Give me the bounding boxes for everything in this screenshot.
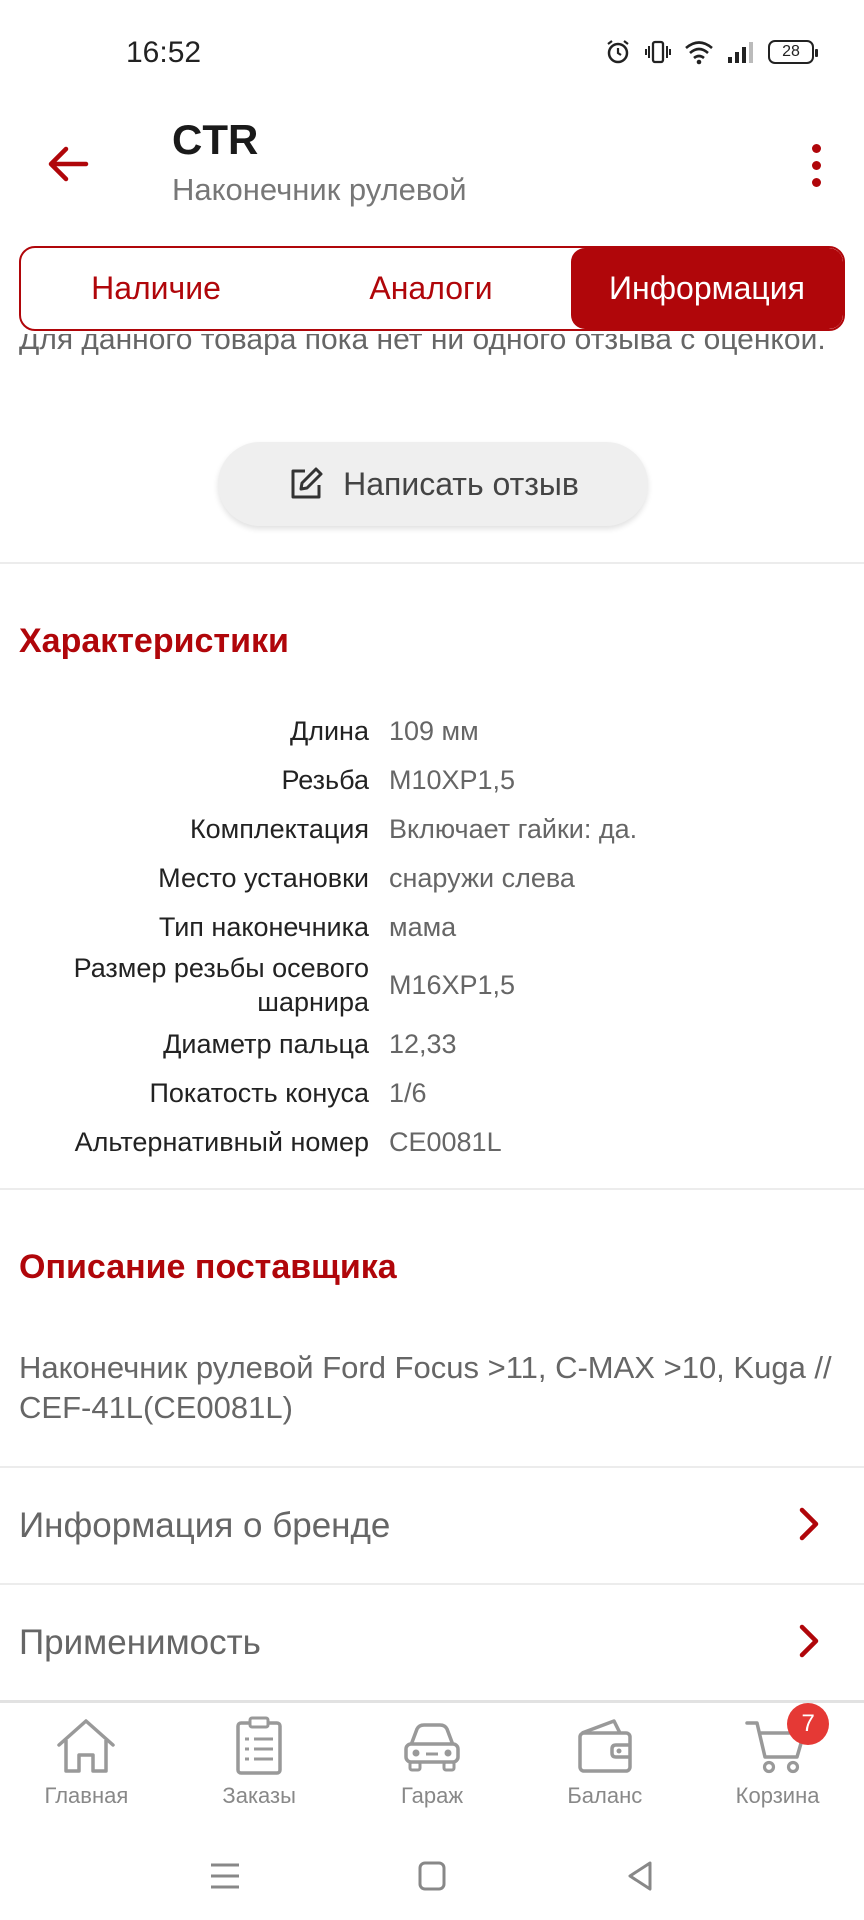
spec-row: Альтернативный номер CE0081L	[0, 1117, 864, 1166]
spec-value: M10XP1,5	[389, 764, 516, 795]
tab-information[interactable]: Информация	[571, 248, 843, 329]
spec-value: снаружи слева	[389, 862, 575, 893]
arrow-back-icon	[48, 146, 89, 182]
app-header: CTR Наконечник рулевой	[0, 110, 864, 240]
spec-key: Место установки	[158, 862, 369, 893]
spec-value: 1/6	[389, 1077, 427, 1108]
brand-info-row[interactable]: Информация о бренде	[0, 1468, 864, 1583]
system-navigation-bar	[0, 1830, 864, 1920]
status-time: 16:52	[126, 36, 202, 69]
spec-key: Размер резьбы осевого шарнира	[73, 953, 369, 1017]
applicability-label: Применимость	[19, 1622, 261, 1662]
spec-key: Альтернативный номер	[74, 1126, 369, 1157]
home-button-icon[interactable]	[412, 1858, 452, 1894]
chevron-right-icon	[799, 1507, 819, 1541]
supplier-description: Наконечник рулевой Ford Focus >11, C-MAX…	[19, 1350, 832, 1425]
spec-row: Диаметр пальца 12,33	[0, 1019, 864, 1068]
spec-key: Диаметр пальца	[163, 1028, 369, 1059]
alarm-icon	[607, 40, 629, 64]
review-note-container: Для данного товара пока нет ни одного от…	[19, 334, 845, 404]
cart-badge: 7	[787, 1703, 830, 1745]
nav-garage-label: Гараж	[400, 1783, 464, 1808]
menu-dot	[811, 143, 821, 153]
tab-analogs[interactable]: Аналоги	[291, 248, 571, 329]
spec-row: Покатость конуса 1/6	[0, 1068, 864, 1117]
review-note: Для данного товара пока нет ни одного от…	[19, 334, 826, 356]
spec-row: Комплектация Включает гайки: да.	[0, 804, 864, 853]
home-icon	[57, 1719, 116, 1773]
nav-home[interactable]: Главная	[0, 1703, 173, 1830]
chevron-right-icon	[799, 1624, 819, 1658]
nav-garage[interactable]: Гараж	[346, 1703, 519, 1830]
spec-key: Длина	[289, 715, 369, 746]
status-bar: 16:52 28	[0, 0, 864, 110]
characteristics-title: Характеристики	[19, 622, 289, 660]
spec-key: Резьба	[281, 764, 369, 795]
page-subtitle: Наконечник рулевой	[172, 172, 467, 207]
status-icons: 28	[604, 38, 818, 66]
specs-table: Длина 109 мм Резьба M10XP1,5 Комплектаци…	[0, 706, 864, 1166]
orders-icon	[236, 1716, 282, 1775]
write-review-label: Написать отзыв	[343, 465, 579, 502]
tab-bar: Наличие Аналоги Информация	[19, 246, 845, 331]
recent-apps-icon[interactable]	[205, 1858, 245, 1894]
nav-orders-label: Заказы	[222, 1783, 296, 1808]
nav-home-label: Главная	[44, 1783, 129, 1808]
divider	[0, 1188, 864, 1190]
page-title: CTR	[172, 116, 259, 163]
spec-key: Комплектация	[189, 813, 369, 844]
spec-value: мама	[389, 911, 457, 942]
spec-key: Покатость конуса	[149, 1077, 369, 1108]
edit-icon	[291, 467, 323, 499]
back-button[interactable]	[40, 136, 96, 192]
spec-value: 109 мм	[389, 715, 479, 746]
spec-row: Тип наконечника мама	[0, 902, 864, 951]
nav-orders[interactable]: Заказы	[173, 1703, 346, 1830]
spec-row: Размер резьбы осевого шарнира M16XP1,5	[0, 951, 864, 1019]
spec-value: CE0081L	[389, 1126, 502, 1157]
divider	[0, 562, 864, 564]
wallet-icon	[578, 1719, 632, 1773]
spec-value: Включает гайки: да.	[389, 813, 638, 844]
spec-row: Длина 109 мм	[0, 706, 864, 755]
more-menu-button[interactable]	[788, 132, 844, 198]
brand-info-label: Информация о бренде	[19, 1505, 391, 1545]
vibrate-icon	[645, 40, 671, 64]
bottom-navigation: Главная Заказы Гараж Баланс 7 Корзина	[0, 1700, 864, 1830]
nav-balance-label: Баланс	[567, 1783, 643, 1808]
spec-row: Резьба M10XP1,5	[0, 755, 864, 804]
car-icon	[404, 1723, 460, 1772]
app-screen: 16:52 28 CTR Наконечник рулевой Наличие …	[0, 0, 864, 1920]
nav-balance[interactable]: Баланс	[518, 1703, 691, 1830]
back-nav-icon[interactable]	[620, 1858, 660, 1894]
signal-icon	[728, 42, 753, 63]
spec-key: Тип наконечника	[158, 911, 369, 942]
wifi-icon	[685, 41, 713, 65]
battery-icon: 28	[768, 40, 818, 64]
spec-row: Место установки снаружи слева	[0, 853, 864, 902]
supplier-title: Описание поставщика	[19, 1248, 397, 1286]
nav-cart[interactable]: 7 Корзина	[691, 1703, 864, 1830]
tab-availability[interactable]: Наличие	[21, 248, 291, 329]
menu-dot	[811, 177, 821, 187]
spec-value: M16XP1,5	[389, 970, 516, 1000]
applicability-row[interactable]: Применимость	[0, 1585, 864, 1700]
nav-cart-label: Корзина	[735, 1783, 820, 1808]
menu-dot	[811, 160, 821, 170]
write-review-button[interactable]: Написать отзыв	[218, 442, 648, 526]
spec-value: 12,33	[389, 1028, 457, 1059]
